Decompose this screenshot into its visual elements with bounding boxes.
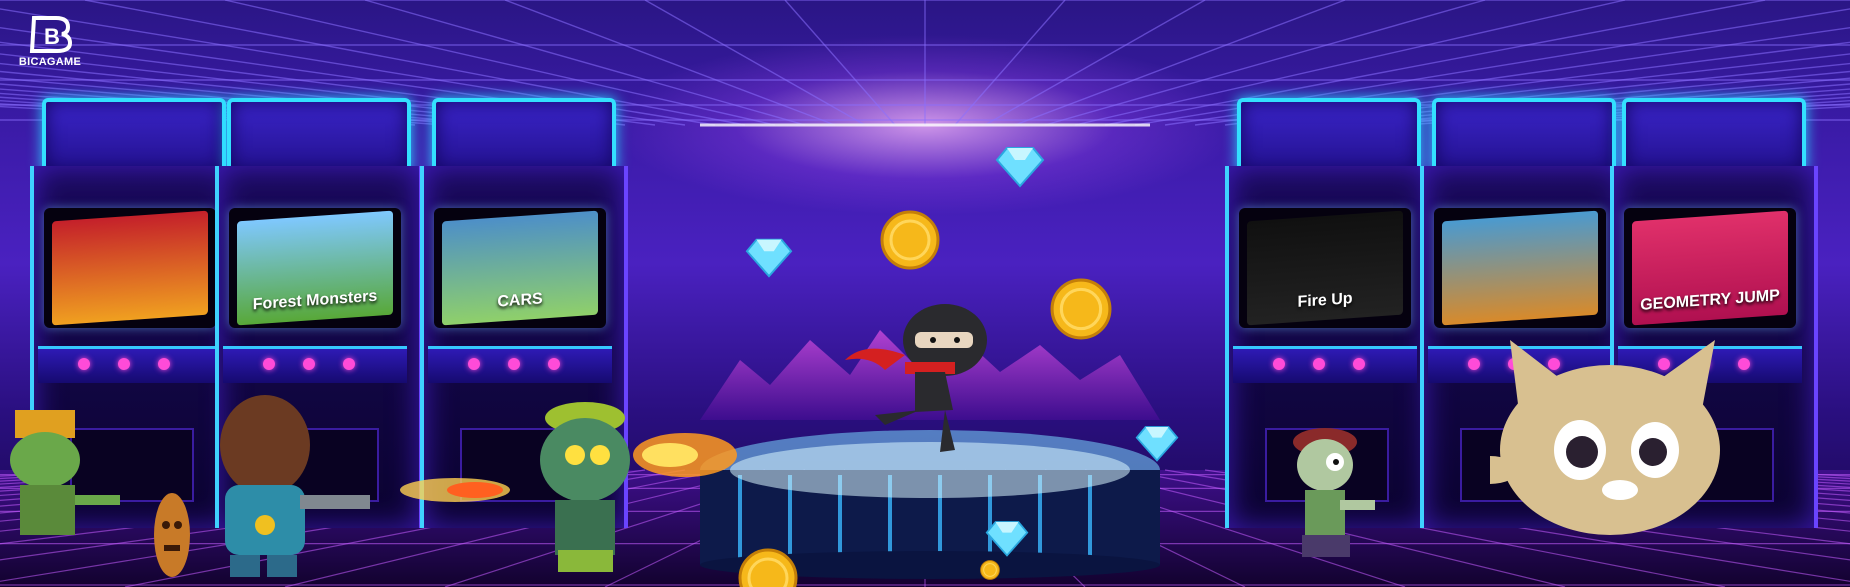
arcade-button-icon	[1313, 358, 1325, 370]
cabinet-marquee	[42, 98, 226, 174]
gold-coin-icon	[1050, 278, 1112, 345]
tribal-zombie-character	[10, 410, 120, 535]
arcade-button-icon	[118, 358, 130, 370]
gold-coin-icon	[738, 548, 798, 587]
arcade-button-icon	[548, 358, 560, 370]
diamond-gem-icon	[995, 140, 1045, 195]
cabinet-marquee	[432, 98, 616, 174]
ninja-character	[845, 304, 987, 452]
tiki-mask	[154, 493, 190, 577]
control-panel	[223, 346, 407, 383]
bicagame-logo[interactable]: B BICAGAME	[10, 14, 90, 68]
arcade-button-icon	[78, 358, 90, 370]
diamond-gem-icon	[985, 515, 1029, 564]
game-thumbnail-geometry[interactable]: GEOMETRY JUMP	[1632, 210, 1788, 326]
game-thumbnail-warrior[interactable]	[52, 210, 208, 326]
control-panel	[1233, 346, 1417, 383]
diamond-gem-icon	[745, 232, 793, 285]
cabinet-marquee	[1432, 98, 1616, 174]
control-panel	[38, 346, 222, 383]
cabinet-marquee	[1622, 98, 1806, 174]
game-thumbnail-forest[interactable]: Forest Monsters	[237, 210, 393, 326]
cabinet-marquee	[1237, 98, 1421, 174]
bald-gunner-character	[220, 395, 370, 577]
fire-blast	[633, 433, 737, 477]
gold-coin-icon	[880, 210, 940, 275]
arcade-button-icon	[158, 358, 170, 370]
game-banner: Forest Monsters CARS Fire Up GEOMETRY JUMP	[0, 0, 1850, 587]
arcade-button-icon	[1353, 358, 1365, 370]
cat-character	[1490, 340, 1720, 535]
arcade-button-icon	[508, 358, 520, 370]
arcade-button-icon	[468, 358, 480, 370]
game-thumbnail-treasure[interactable]	[1442, 210, 1598, 326]
arcade-button-icon	[1468, 358, 1480, 370]
arcade-button-icon	[1273, 358, 1285, 370]
muzzle-flash	[400, 478, 510, 502]
cabinet-marquee	[227, 98, 411, 174]
svg-text:B: B	[44, 24, 60, 49]
arcade-button-icon	[343, 358, 355, 370]
logo-mark-icon: B	[29, 16, 73, 53]
game-thumbnail-cars[interactable]: CARS	[442, 210, 598, 326]
game-thumbnail-fireup[interactable]: Fire Up	[1247, 210, 1403, 326]
arcade-button-icon	[1738, 358, 1750, 370]
diamond-gem-icon	[1135, 420, 1179, 469]
control-panel	[428, 346, 612, 383]
game-title: CARS	[497, 290, 543, 311]
arcade-button-icon	[263, 358, 275, 370]
brand-name: BICAGAME	[18, 56, 82, 68]
small-zombie-character	[1293, 428, 1375, 557]
arcade-button-icon	[303, 358, 315, 370]
game-title: Fire Up	[1297, 290, 1353, 311]
